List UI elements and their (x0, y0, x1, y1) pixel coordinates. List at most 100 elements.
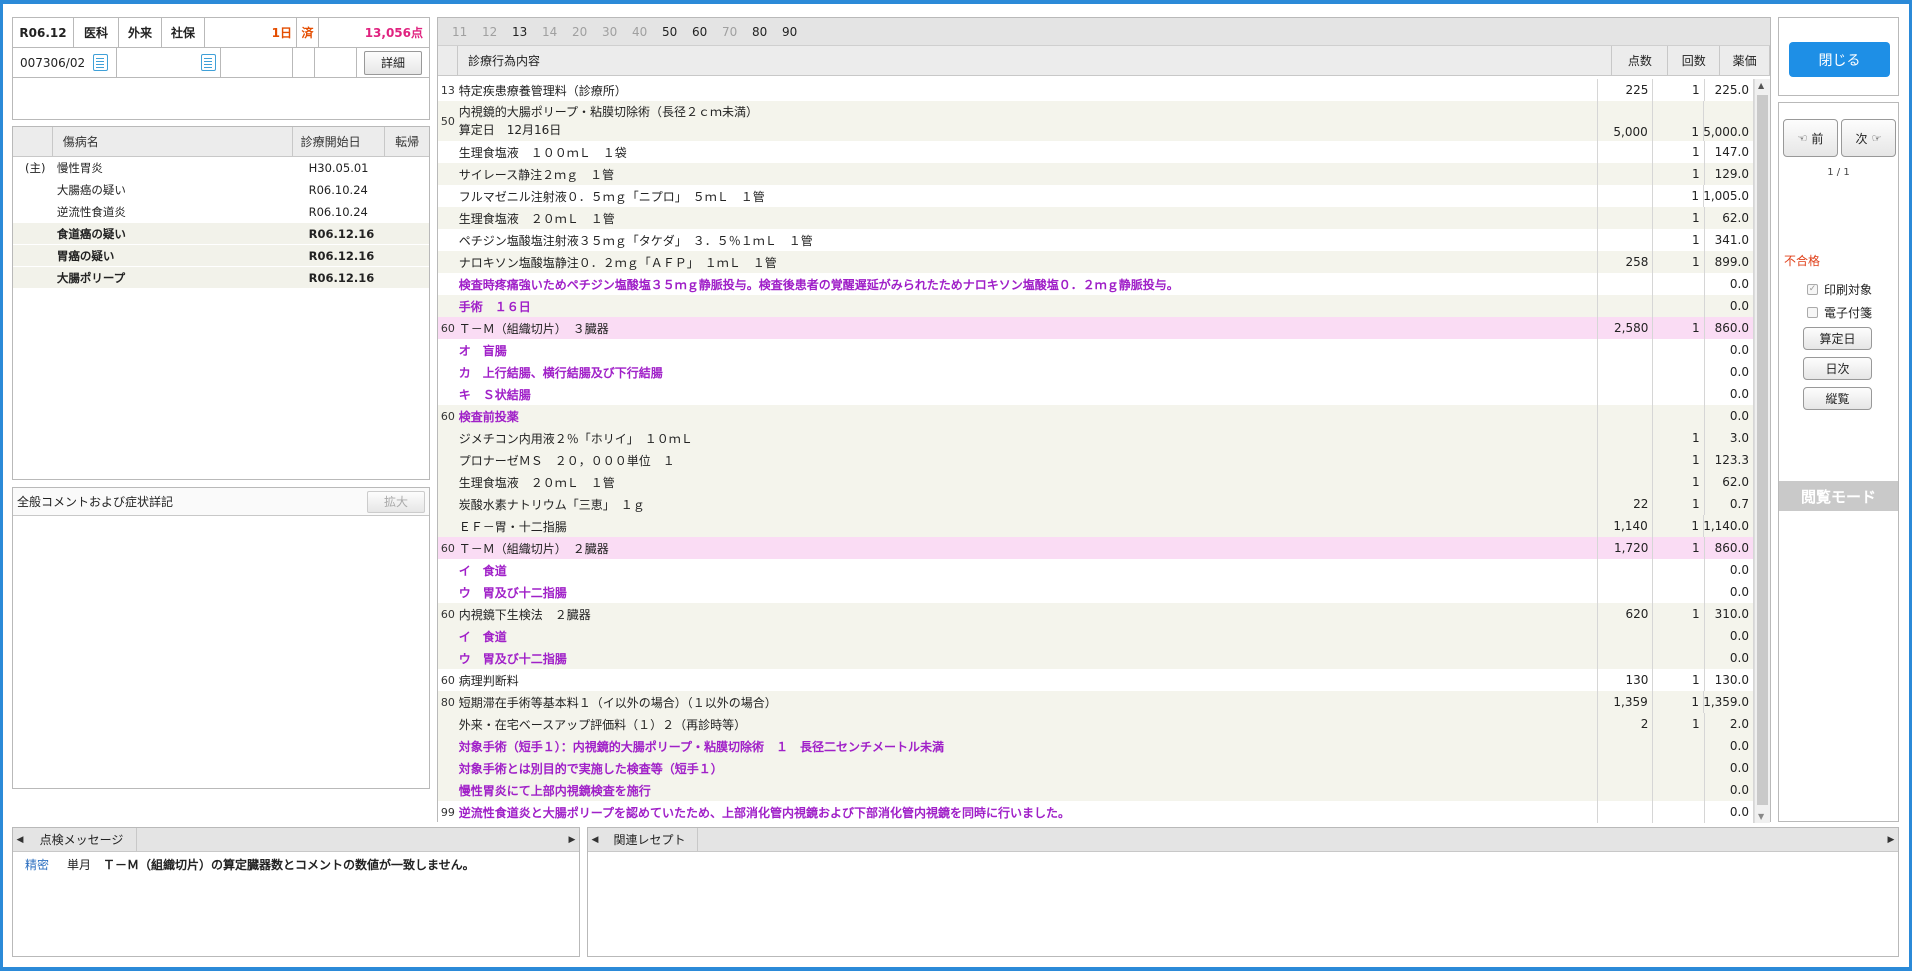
treatment-content: 検査時疼痛強いためペチジン塩酸塩３５ｍｇ静脈投与。検査後患者の覚醒遅延がみられた… (458, 273, 1599, 295)
treatment-row[interactable]: 60 Ｔ－Ｍ（組織切片） ３臓器 2,580 1 860.0 (438, 317, 1754, 339)
expand-button[interactable]: 拡大 (367, 490, 425, 513)
day-tab[interactable]: 20 (572, 25, 602, 39)
print-target-checkbox[interactable]: ✓ 印刷対象 (1807, 281, 1872, 298)
treatment-count: 1 (1653, 251, 1705, 273)
treatment-row[interactable]: サイレース静注２ｍｇ １管 1 129.0 (438, 163, 1754, 185)
treatment-row[interactable]: ナロキソン塩酸塩静注０．２ｍｇ「ＡＦＰ」 １ｍＬ １管 258 1 899.0 (438, 251, 1754, 273)
window-top-border (0, 0, 1912, 4)
treatment-row[interactable]: フルマゼニル注射液０．５ｍｇ「ニプロ」 ５ｍＬ １管 1 1,005.0 (438, 185, 1755, 207)
vertical-view-button[interactable]: 縦覧 (1803, 387, 1872, 410)
disease-row[interactable]: 胃癌の疑い R06.12.16 (13, 245, 429, 267)
tab-right-arrow-icon[interactable]: ▶ (565, 835, 579, 845)
treatment-text: サイレース静注２ｍｇ １管 (458, 167, 615, 182)
day-tab[interactable]: 90 (782, 25, 812, 39)
e-attach-checkbox[interactable]: 電子付箋 (1807, 304, 1872, 321)
day-tab[interactable]: 80 (752, 25, 782, 39)
tab-right-arrow-icon[interactable]: ▶ (1884, 835, 1898, 845)
treatment-row[interactable]: 炭酸水素ナトリウム「三恵」 １ｇ 22 1 0.7 (438, 493, 1754, 515)
treatment-code: 60 (440, 409, 455, 423)
treatment-count: 1 (1653, 691, 1705, 713)
treatment-row[interactable]: 99 逆流性食道炎と大腸ポリープを認めていたため、上部消化管内視鏡および下部消化管… (438, 801, 1754, 823)
document-icon[interactable] (93, 54, 109, 71)
treatment-row[interactable]: イ 食道 0.0 (438, 559, 1754, 581)
disease-row[interactable]: 食道癌の疑い R06.12.16 (13, 223, 429, 245)
close-button[interactable]: 閉じる (1789, 42, 1890, 77)
treatment-text: 病理判断料 (458, 673, 519, 688)
treatment-row[interactable]: 生理食塩液 ２０ｍＬ １管 1 62.0 (438, 207, 1754, 229)
treatment-points (1598, 647, 1654, 669)
day-tab[interactable]: 11 (452, 25, 482, 39)
scroll-down-icon[interactable]: ▼ (1758, 812, 1764, 821)
treatment-row[interactable]: 対象手術とは別目的で実施した検査等（短手１） 0.0 (438, 757, 1754, 779)
price-header: 薬価 (1720, 46, 1770, 75)
treatment-code (438, 449, 458, 471)
treatment-row[interactable]: ＥＦ－胃・十二指腸 1,140 1 1,140.0 (438, 515, 1755, 537)
treatment-row[interactable]: ウ 胃及び十二指腸 0.0 (438, 581, 1754, 603)
treatment-count: 1 (1653, 713, 1705, 735)
treatment-row[interactable]: プロナーゼＭＳ ２０，０００単位 １ 1 123.3 (438, 449, 1754, 471)
tab-left-arrow-icon[interactable]: ◀ (588, 835, 602, 845)
detail-button[interactable]: 詳細 (364, 50, 422, 75)
treatment-row[interactable]: 50 内視鏡的大腸ポリープ・粘膜切除術（長径２ｃｍ未満） 算定日 12月16日 5,0… (438, 101, 1755, 141)
disease-row[interactable]: (主) 慢性胃炎 H30.05.01 (13, 157, 429, 179)
disease-row[interactable]: 大腸ポリープ R06.12.16 (13, 267, 429, 289)
day-tab[interactable]: 50 (662, 25, 692, 39)
treatment-row[interactable]: キ Ｓ状結腸 0.0 (438, 383, 1754, 405)
day-tab[interactable]: 70 (722, 25, 752, 39)
treatment-row[interactable]: 13 特定疾患療養管理料（診療所） 225 1 225.0 (438, 79, 1754, 101)
treatment-row[interactable]: 生理食塩液 ２０ｍＬ １管 1 62.0 (438, 471, 1754, 493)
tab-related-receipt[interactable]: 関連レセプト (602, 827, 698, 852)
treatment-text: 逆流性食道炎と大腸ポリープを認めていたため、上部消化管内視鏡および下部消化管内視… (458, 805, 1070, 820)
treatment-row[interactable]: 対象手術（短手１）：内視鏡的大腸ポリープ・粘膜切除術 １ 長径二センチメートル未… (438, 735, 1754, 757)
treatment-row[interactable]: 60 病理判断料 130 1 130.0 (438, 669, 1754, 691)
day-tab[interactable]: 12 (482, 25, 512, 39)
treatment-row[interactable]: 検査時疼痛強いためペチジン塩酸塩３５ｍｇ静脈投与。検査後患者の覚醒遅延がみられた… (438, 273, 1754, 295)
treatment-points: 620 (1598, 603, 1654, 625)
disease-row[interactable]: 逆流性食道炎 R06.10.24 (13, 201, 429, 223)
tab-check-message[interactable]: 点検メッセージ (27, 827, 137, 852)
treatment-content: イ 食道 (458, 625, 1599, 647)
treatment-row[interactable]: 60 検査前投薬 0.0 (438, 405, 1754, 427)
document-icon[interactable] (201, 54, 216, 71)
main-marker (13, 223, 53, 244)
check-message-row[interactable]: 精密 単月 Ｔ－Ｍ（組織切片）の算定臓器数とコメントの数値が一致しません。 (13, 852, 579, 873)
day-tab[interactable]: 30 (602, 25, 632, 39)
treatment-row[interactable]: 慢性胃炎にて上部内視鏡検査を施行 0.0 (438, 779, 1754, 801)
related-receipt-panel: ◀ 関連レセプト ▶ (587, 827, 1899, 957)
day-tab[interactable]: 14 (542, 25, 572, 39)
treatment-row[interactable]: カ 上行結腸、横行結腸及び下行結腸 0.0 (438, 361, 1754, 383)
treatment-text: イ 食道 (458, 629, 507, 644)
treatment-row[interactable]: ジメチコン内用液２％「ホリイ」 １０ｍＬ 1 3.0 (438, 427, 1754, 449)
prev-arrow-icon: ☜ (1797, 131, 1808, 145)
scrollbar-thumb[interactable] (1757, 95, 1768, 805)
treatment-code (438, 207, 458, 229)
treatment-row[interactable]: 80 短期滞在手術等基本料１（イ以外の場合）（１以外の場合） 1,359 1 1,359… (438, 691, 1755, 713)
treatment-price: 0.0 (1705, 647, 1754, 669)
comment-textarea[interactable] (13, 518, 429, 788)
day-tab[interactable]: 40 (632, 25, 662, 39)
treatment-row[interactable]: オ 盲腸 0.0 (438, 339, 1754, 361)
outcome (385, 267, 429, 288)
treatment-row[interactable]: イ 食道 0.0 (438, 625, 1754, 647)
calc-date-button[interactable]: 算定日 (1803, 327, 1872, 350)
disease-row[interactable]: 大腸癌の疑い R06.10.24 (13, 179, 429, 201)
day-tab[interactable]: 60 (692, 25, 722, 39)
vertical-scrollbar[interactable]: ▲ ▼ (1754, 79, 1770, 823)
treatment-content: 対象手術とは別目的で実施した検査等（短手１） (458, 757, 1599, 779)
tab-left-arrow-icon[interactable]: ◀ (13, 835, 27, 845)
receipt-month: R06.12 (13, 18, 74, 47)
treatment-row[interactable]: 60 Ｔ－Ｍ（組織切片） ２臓器 1,720 1 860.0 (438, 537, 1754, 559)
treatment-row[interactable]: 手術 １６日 0.0 (438, 295, 1754, 317)
treatment-text: Ｔ－Ｍ（組織切片） ２臓器 (458, 541, 609, 556)
treatment-content: ＥＦ－胃・十二指腸 (458, 515, 1598, 537)
daily-button[interactable]: 日次 (1803, 357, 1872, 380)
next-button[interactable]: 次 ☞ (1841, 119, 1896, 157)
treatment-row[interactable]: ペチジン塩酸塩注射液３５ｍｇ「タケダ」 ３．５％１ｍＬ １管 1 341.0 (438, 229, 1754, 251)
treatment-row[interactable]: 60 内視鏡下生検法 ２臓器 620 1 310.0 (438, 603, 1754, 625)
treatment-row[interactable]: ウ 胃及び十二指腸 0.0 (438, 647, 1754, 669)
day-tab[interactable]: 13 (512, 25, 542, 39)
prev-button[interactable]: ☜ 前 (1783, 119, 1838, 157)
treatment-row[interactable]: 外来・在宅ベースアップ評価料（１）２（再診時等） 2 1 2.0 (438, 713, 1754, 735)
scroll-up-icon[interactable]: ▲ (1758, 81, 1764, 90)
treatment-row[interactable]: 生理食塩液 １００ｍＬ １袋 1 147.0 (438, 141, 1754, 163)
